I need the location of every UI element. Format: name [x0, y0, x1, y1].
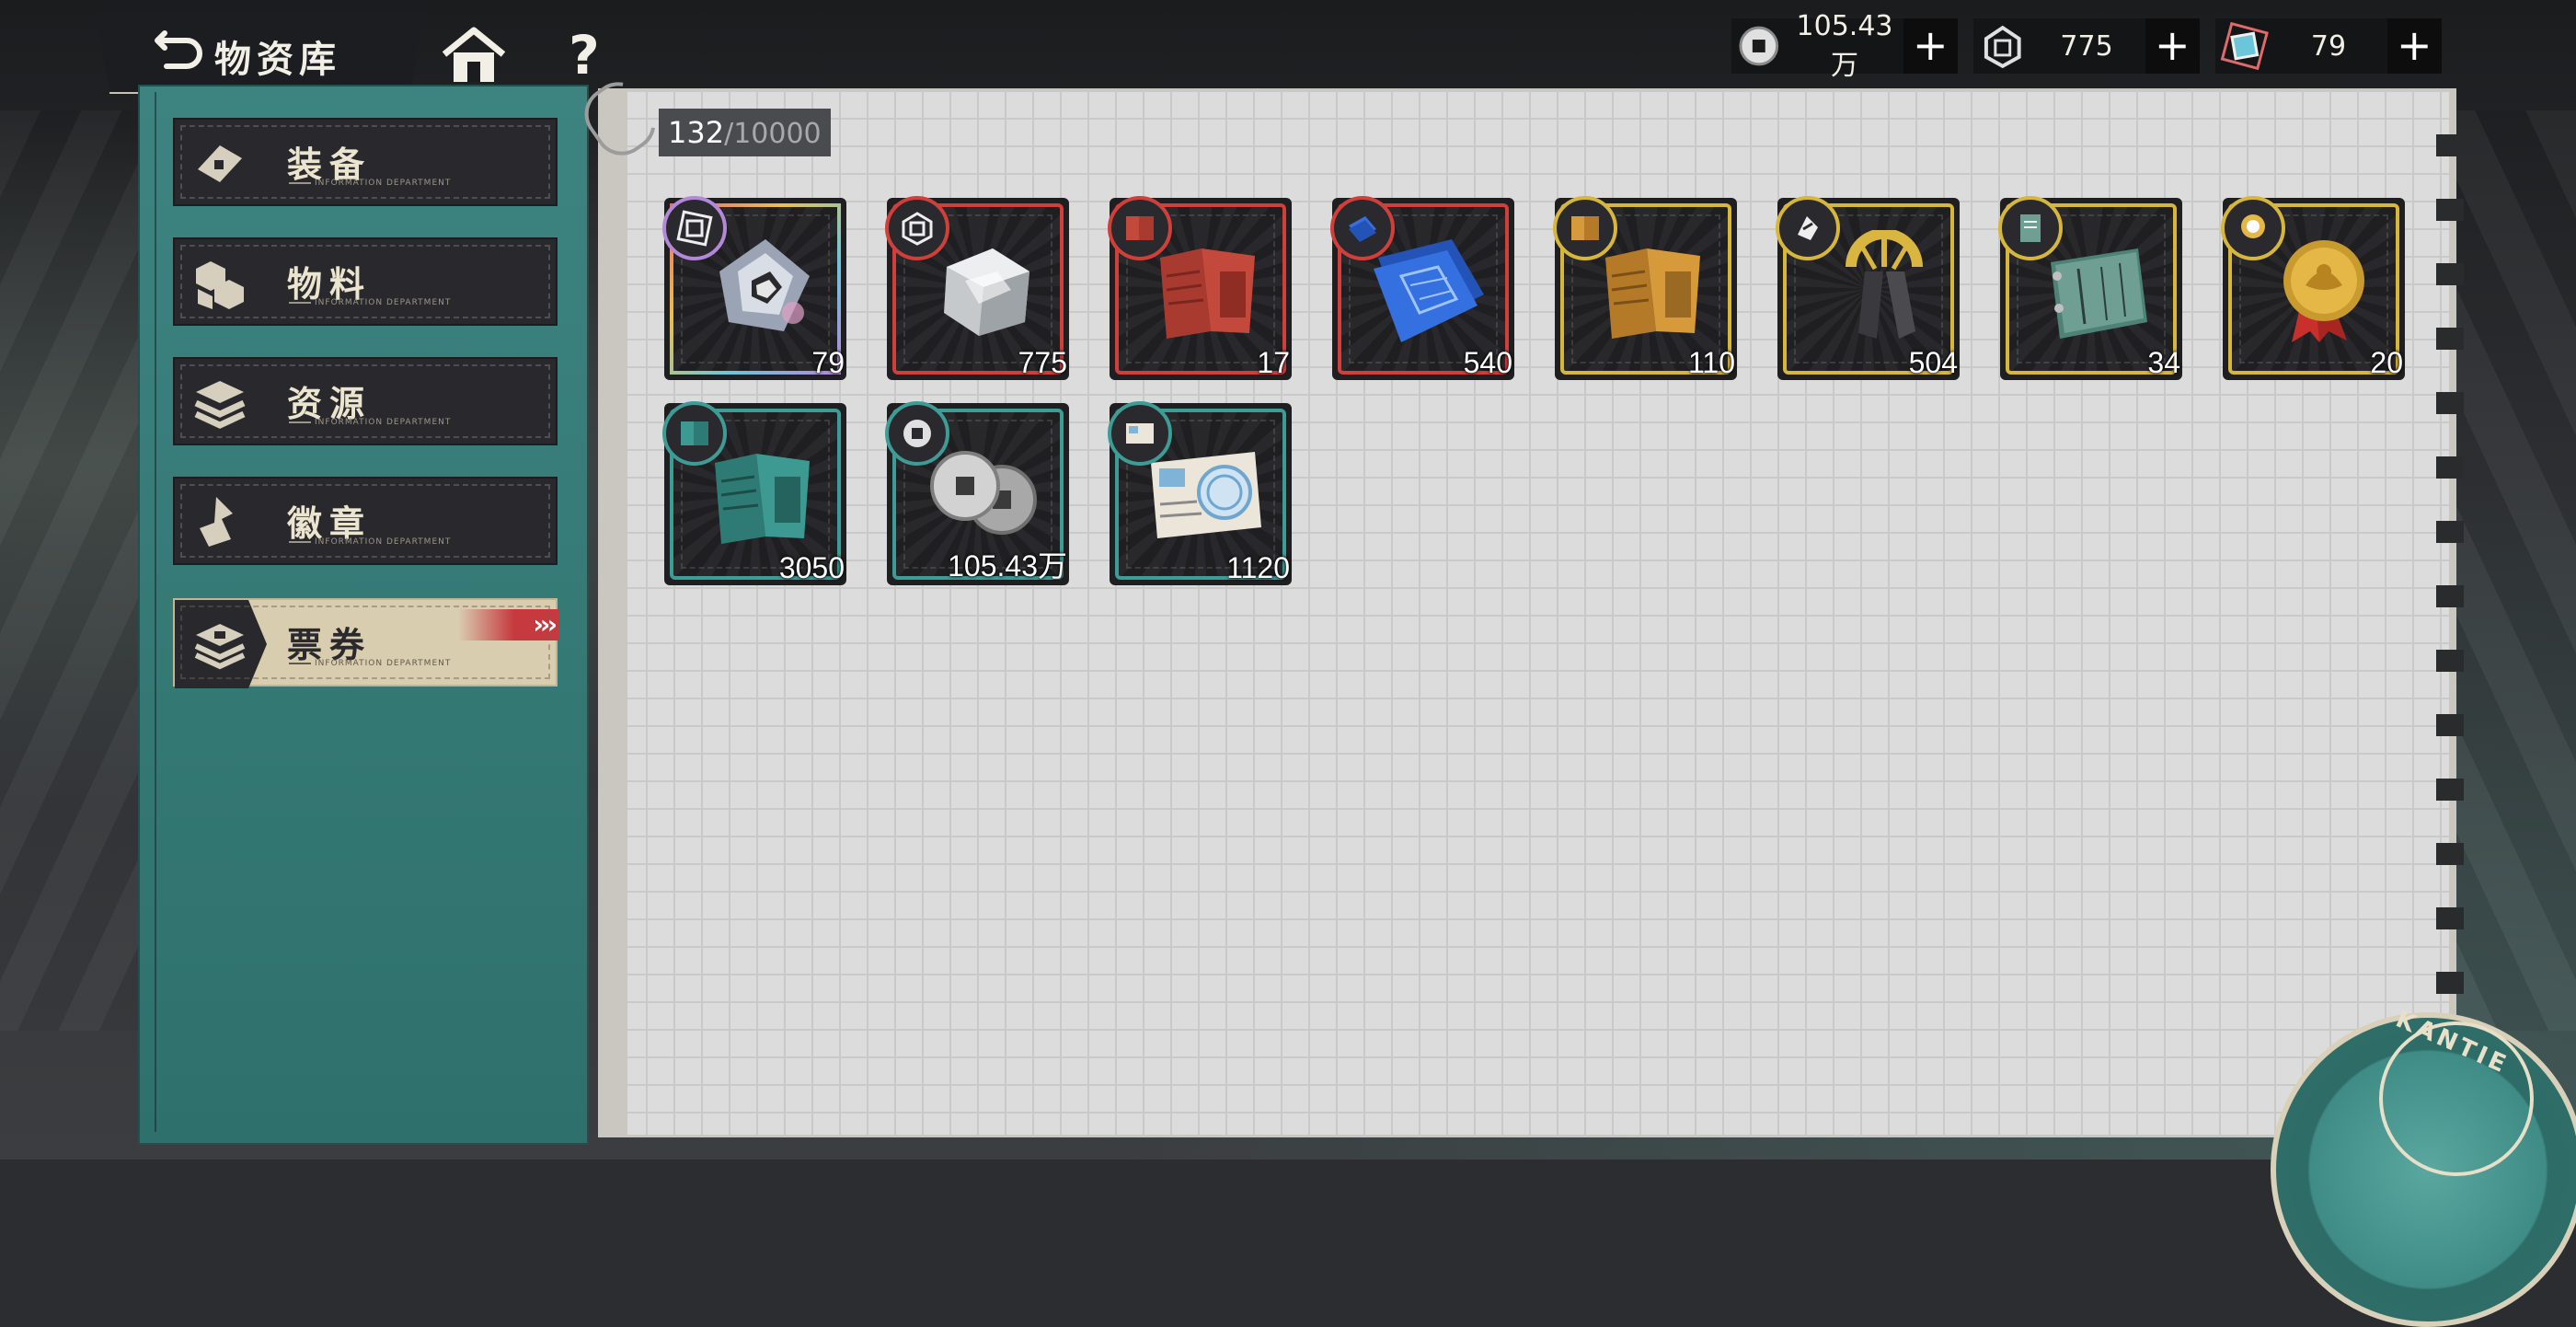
add-cube-button[interactable]: + — [2145, 18, 2201, 74]
item-count: 504 — [1908, 346, 1958, 379]
sidebar-item-sublabel: INFORMATION DEPARTMENT — [289, 537, 451, 547]
resources-icon — [194, 381, 246, 429]
item-slot-advance-manual[interactable]: 110 — [1553, 196, 1737, 380]
item-count: 34 — [2147, 346, 2180, 379]
item-type-badge — [1108, 196, 1172, 260]
item-slot-blueprint[interactable]: 540 — [1330, 196, 1514, 380]
sidebar-item-sublabel: INFORMATION DEPARTMENT — [289, 659, 451, 668]
item-slot-gear-tool[interactable]: 504 — [1776, 196, 1960, 380]
item-slot-prism-crystal[interactable]: 79 — [662, 196, 846, 380]
back-icon[interactable] — [152, 26, 207, 75]
item-count: 110 — [1687, 346, 1735, 379]
sidebar-item-tickets[interactable]: 票券 INFORMATION DEPARTMENT ››› — [173, 598, 559, 688]
sidebar-item-label: 装备 — [287, 144, 373, 185]
sidebar-line — [155, 92, 156, 1132]
item-slot-classified-file[interactable]: 17 — [1108, 196, 1292, 380]
cube-icon — [1984, 25, 2021, 69]
item-type-badge — [1998, 196, 2063, 260]
blueprint-type-icon — [1349, 216, 1376, 242]
crystal-value: 79 — [2310, 29, 2347, 63]
item-count: 3050 — [778, 551, 845, 584]
item-type-badge — [662, 401, 727, 466]
equipment-icon — [198, 145, 242, 182]
item-type-badge — [2221, 196, 2285, 260]
page-title: 物资库 — [214, 39, 341, 81]
coin-value: 105.43万 — [1796, 9, 1893, 82]
item-count: 1120 — [1226, 551, 1290, 584]
cube-type-icon — [902, 212, 933, 246]
sidebar-item-label: 资源 — [287, 384, 373, 424]
sidebar-item-equipment[interactable]: 装备 INFORMATION DEPARTMENT — [173, 118, 558, 206]
item-count: 775 — [1018, 346, 1067, 379]
coin-icon — [1739, 26, 1779, 66]
item-slot-brief-manual[interactable]: 3050 — [662, 401, 846, 585]
sidebar-item-sublabel: INFORMATION DEPARTMENT — [289, 179, 451, 188]
currency-coin: 105.43万 + — [1731, 10, 1959, 82]
notebook-spiral — [2436, 101, 2464, 1123]
sidebar-item-label: 票券 — [287, 625, 373, 665]
item-type-badge — [1108, 401, 1172, 466]
item-count: 105.43万 — [948, 549, 1067, 583]
home-icon[interactable] — [437, 23, 511, 87]
add-coin-button[interactable]: + — [1903, 18, 1959, 74]
item-type-badge — [1553, 196, 1617, 260]
badge-icon — [200, 497, 233, 547]
capacity-max: 10000 — [733, 118, 822, 150]
manual-type-icon — [1571, 216, 1599, 240]
materials-icon — [196, 261, 244, 309]
item-type-badge — [885, 401, 949, 466]
help-button[interactable]: ? — [557, 18, 612, 92]
sidebar-item-badges[interactable]: 徽章 INFORMATION DEPARTMENT — [173, 477, 558, 565]
medal-type-icon — [2241, 214, 2265, 238]
ticket-icon — [194, 624, 246, 670]
item-slot-silver-coins[interactable]: 105.43万 — [885, 401, 1069, 585]
background-deco-left — [0, 110, 147, 1031]
item-type-badge — [1330, 196, 1395, 260]
sidebar-item-sublabel: INFORMATION DEPARTMENT — [289, 298, 451, 307]
item-slot-intel-notebook[interactable]: 34 — [1998, 196, 2182, 380]
capacity-current: 132 — [668, 115, 725, 150]
currency-cube: 775 + — [1973, 18, 2201, 74]
item-slot-gold-medal[interactable]: 20 — [2221, 196, 2405, 380]
add-crystal-button[interactable]: + — [2386, 18, 2443, 74]
coin-type-icon — [903, 420, 931, 447]
cube-value: 775 — [2060, 29, 2113, 63]
manual-type-icon — [681, 421, 708, 445]
item-count: 20 — [2370, 346, 2403, 379]
file-type-icon — [1126, 216, 1154, 240]
sidebar-item-label: 物料 — [287, 264, 373, 305]
letter-type-icon — [1126, 423, 1154, 444]
active-icon-backdrop — [175, 600, 267, 688]
item-count: 79 — [811, 346, 845, 379]
item-count: 540 — [1463, 346, 1512, 379]
tool-type-icon — [1798, 216, 1818, 240]
item-type-badge — [1776, 196, 1840, 260]
item-slot-clear-cube[interactable]: 775 — [885, 196, 1069, 380]
item-type-badge — [662, 196, 727, 260]
sidebar-item-label: 徽章 — [287, 503, 373, 544]
sidebar-item-resources[interactable]: 资源 INFORMATION DEPARTMENT — [173, 357, 558, 445]
active-chevrons-icon: ››› — [458, 609, 559, 640]
currency-crystal: 79 + — [2215, 18, 2443, 74]
item-type-badge — [885, 196, 949, 260]
crystal-icon — [2220, 21, 2269, 71]
capacity-counter: 132 / 10000 — [659, 109, 831, 156]
sidebar-item-materials[interactable]: 物料 INFORMATION DEPARTMENT — [173, 237, 558, 326]
item-slot-letter-envelope[interactable]: 1120 — [1108, 401, 1292, 585]
item-count: 17 — [1257, 346, 1290, 379]
sidebar-item-sublabel: INFORMATION DEPARTMENT — [289, 418, 451, 427]
crystal-type-icon — [676, 210, 713, 247]
capacity-separator: / — [724, 118, 734, 150]
background-deco-right — [2447, 110, 2576, 1031]
notebook-type-icon — [2020, 214, 2041, 242]
